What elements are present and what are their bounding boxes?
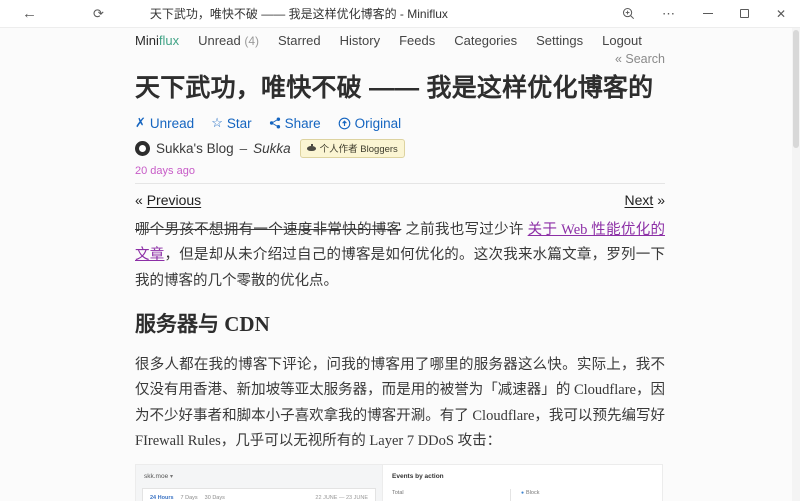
chevron-down-icon: ▾ [170,474,173,480]
tab-30-days: 30 Days [205,494,225,501]
star-button[interactable]: ☆Star [211,115,251,131]
traffic-card: 24 Hours 7 Days 30 Days 22 JUNE — 23 JUN… [142,488,376,501]
zoom-in-icon[interactable] [622,7,635,20]
original-link[interactable]: Original [338,116,402,131]
scrollbar-thumb[interactable] [793,30,799,148]
author-separator: – [240,141,248,156]
dashboard-events-panel: Events by action Total 1.16M ●Block 1.16… [382,465,662,501]
author-badge: 个人作者 Bloggers [300,139,405,158]
nav-item-logout[interactable]: Logout [602,33,642,48]
events-title: Events by action [392,471,653,482]
share-icon [269,117,281,129]
nav-item-feeds[interactable]: Feeds [399,33,435,48]
miniflux-page: Miniflux Unread (4) Starred History Feed… [0,28,800,501]
paragraph: 哪个男孩不想拥有一个速度非常快的博客 之前我也写过少许 关于 Web 性能优化的… [135,218,665,294]
strikethrough-text: 哪个男孩不想拥有一个速度非常快的博客 [135,222,401,238]
beret-icon [307,146,316,151]
window-title: 天下武功，唯快不破 —— 我是这样优化博客的 - Miniflux [150,5,448,22]
next-entry-link[interactable]: Next » [625,192,665,208]
nav-brand-miniflux[interactable]: Miniflux [135,33,179,48]
maximize-icon[interactable] [740,9,749,18]
events-legend-label: Block [526,489,539,499]
entry-actions: ✗Unread ☆Star Share Original [135,114,665,132]
more-options-icon[interactable]: ⋯ [662,6,676,22]
main-nav: Miniflux Unread (4) Starred History Feed… [135,30,665,50]
nav-item-settings[interactable]: Settings [536,33,583,48]
divider [135,183,665,184]
share-button[interactable]: Share [269,116,321,131]
window-titlebar: ← ⟳ 天下武功，唯快不破 —— 我是这样优化博客的 - Miniflux ⋯ … [0,0,800,28]
entry-meta: Sukka's Blog – Sukka 个人作者 Bloggers [135,139,665,157]
nav-item-starred[interactable]: Starred [278,33,321,48]
events-total-label: Total [392,489,510,499]
close-icon[interactable]: ✕ [776,7,786,21]
feed-avatar [135,141,150,156]
legend-dot-icon: ● [521,489,524,498]
entry-title: 天下武功，唯快不破 —— 我是这样优化博客的 [135,72,665,104]
back-icon[interactable]: ← [22,5,37,22]
minimize-icon[interactable] [703,13,713,14]
page-scrollbar[interactable] [792,28,800,501]
refresh-icon[interactable]: ⟳ [93,6,104,22]
entry-date: 20 days ago [135,165,665,177]
nav-item-history[interactable]: History [340,33,380,48]
feed-link[interactable]: Sukka's Blog [156,141,234,156]
app-window: ← ⟳ 天下武功，唯快不破 —— 我是这样优化博客的 - Miniflux ⋯ … [0,0,800,501]
entry-content: 哪个男孩不想拥有一个速度非常快的博客 之前我也写过少许 关于 Web 性能优化的… [135,218,665,501]
entry-pagination: « Previous Next » [135,192,665,208]
zone-selector: skk.moe ▾ [144,471,376,483]
mark-unread-button[interactable]: ✗Unread [135,115,194,131]
article-image-cloudflare-dashboard: skk.moe ▾ 24 Hours 7 Days 30 Days 22 JUN… [135,464,663,501]
paragraph: 很多人都在我的博客下评论，问我的博客用了哪里的服务器这么快。实际上，我不仅没有用… [135,353,665,455]
author-name: Sukka [253,141,291,156]
nav-item-categories[interactable]: Categories [454,33,517,48]
window-controls: ⋯ ✕ [622,6,800,22]
dashboard-traffic-panel: skk.moe ▾ 24 Hours 7 Days 30 Days 22 JUN… [136,465,382,501]
nav-item-unread[interactable]: Unread (4) [198,33,259,48]
search-link[interactable]: « Search [615,52,665,66]
divider [510,489,511,501]
external-link-icon [338,117,351,130]
cross-icon: ✗ [135,115,146,131]
previous-entry-link[interactable]: « Previous [135,192,201,208]
star-icon: ☆ [211,115,223,131]
tab-7-days: 7 Days [181,494,198,501]
tab-24-hours: 24 Hours [150,494,174,501]
section-heading: 服务器与 CDN [135,306,665,343]
date-range: 22 JUNE — 23 JUNE [315,494,368,501]
search-line: « Search [135,52,665,67]
